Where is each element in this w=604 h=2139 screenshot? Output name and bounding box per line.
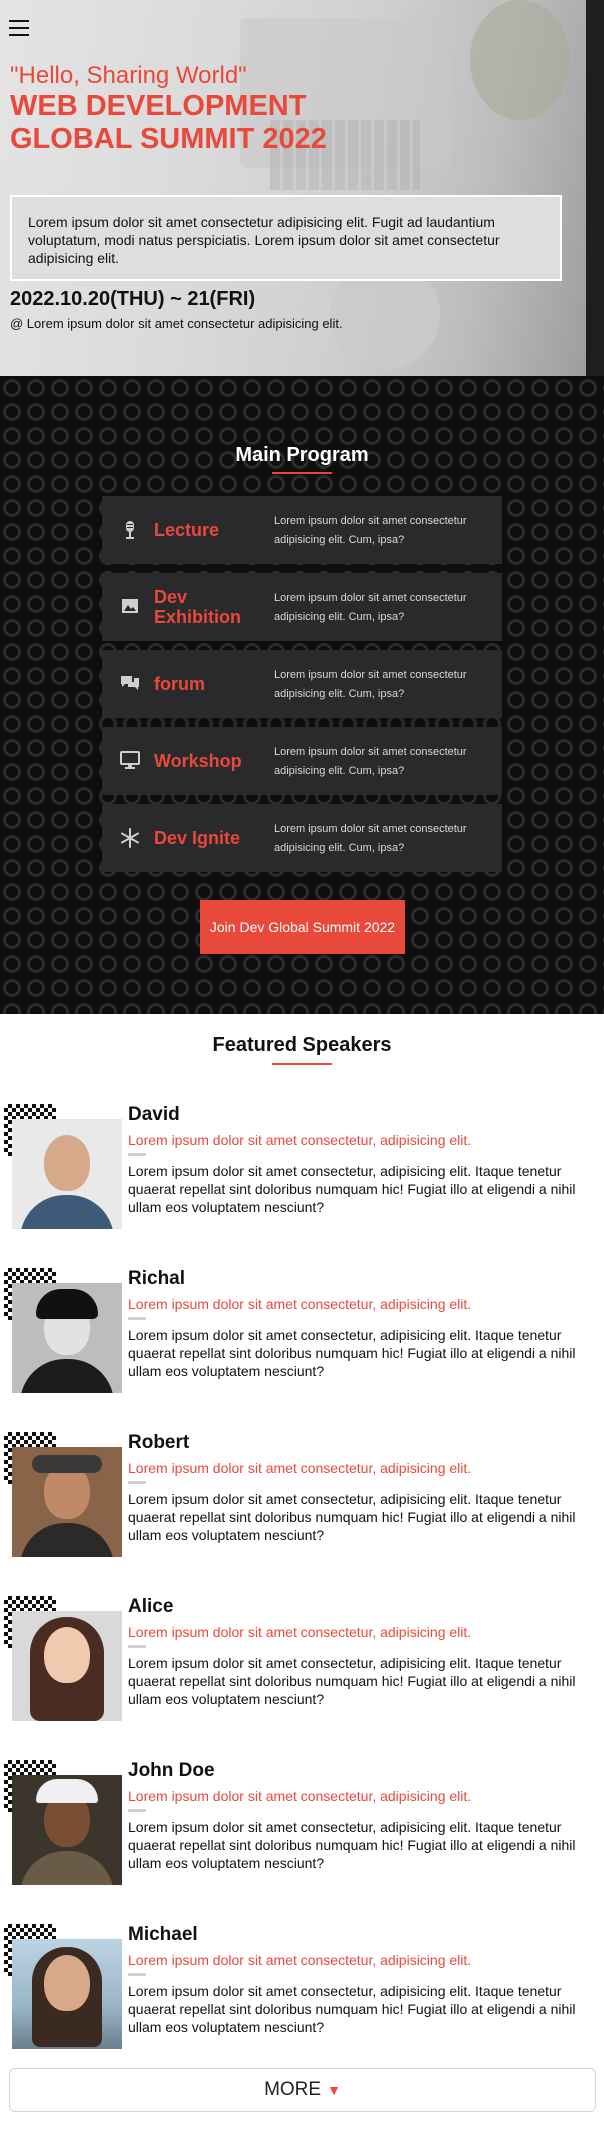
microphone-icon: [120, 520, 140, 540]
hero-section: "Hello, Sharing World" WEB DEVELOPMENT G…: [0, 0, 604, 376]
speaker-name: Alice: [128, 1596, 174, 1617]
divider: [128, 1809, 146, 1812]
speaker-bio: Lorem ipsum dolor sit amet consectetur, …: [128, 1819, 576, 1871]
speaker-photo: [12, 1447, 122, 1557]
speaker-photo: [12, 1611, 122, 1721]
program-title: Main Program: [235, 444, 369, 466]
speaker-photo: [12, 1119, 122, 1229]
program-item-lecture[interactable]: Lecture Lorem ipsum dolor sit amet conse…: [102, 496, 502, 564]
program-item-label: Lecture: [154, 520, 220, 540]
monitor-icon: [120, 751, 140, 771]
image-icon: [120, 597, 140, 617]
event-date: 2022.10.20(THU) ~ 21(FRI): [10, 288, 256, 310]
divider: [128, 1645, 146, 1648]
program-item-forum[interactable]: forum Lorem ipsum dolor sit amet consect…: [102, 650, 502, 718]
hamburger-menu-icon[interactable]: [9, 20, 31, 38]
speaker-bio: Lorem ipsum dolor sit amet consectetur, …: [128, 1163, 576, 1215]
program-item-workshop[interactable]: Workshop Lorem ipsum dolor sit amet cons…: [102, 727, 502, 795]
program-item-label: Workshop: [154, 751, 242, 771]
program-item-label: forum: [154, 674, 205, 694]
hero-title: WEB DEVELOPMENT GLOBAL SUMMIT 2022: [10, 90, 327, 155]
speaker-bio: Lorem ipsum dolor sit amet consectetur, …: [128, 1327, 576, 1379]
speaker-name: Michael: [128, 1924, 198, 1945]
speaker-card: David Lorem ipsum dolor sit amet consect…: [0, 1104, 604, 1254]
speaker-card: Michael Lorem ipsum dolor sit amet conse…: [0, 1924, 604, 2074]
speaker-photo: [12, 1939, 122, 2049]
speaker-photo: [12, 1283, 122, 1393]
speaker-bio: Lorem ipsum dolor sit amet consectetur, …: [128, 1491, 576, 1543]
speakers-title: Featured Speakers: [212, 1034, 392, 1056]
program-item-dev-exhibition[interactable]: Dev Exhibition Lorem ipsum dolor sit ame…: [102, 573, 502, 641]
page: "Hello, Sharing World" WEB DEVELOPMENT G…: [0, 0, 604, 2139]
hero-intro: Lorem ipsum dolor sit amet consectetur a…: [10, 195, 562, 281]
join-summit-button[interactable]: Join Dev Global Summit 2022: [200, 900, 405, 954]
divider: [128, 1317, 146, 1320]
speaker-subtitle: Lorem ipsum dolor sit amet consectetur, …: [128, 1132, 472, 1148]
program-item-dev-ignite[interactable]: Dev Ignite Lorem ipsum dolor sit amet co…: [102, 804, 502, 872]
title-underline: [272, 1063, 332, 1065]
speaker-card: Richal Lorem ipsum dolor sit amet consec…: [0, 1268, 604, 1418]
speaker-name: Robert: [128, 1432, 190, 1453]
divider: [128, 1153, 146, 1156]
program-item-desc: Lorem ipsum dolor sit amet consectetur a…: [274, 823, 467, 854]
speaker-name: Richal: [128, 1268, 186, 1289]
speaker-bio: Lorem ipsum dolor sit amet consectetur, …: [128, 1983, 576, 2035]
chat-icon: [120, 674, 140, 694]
program-item-desc: Lorem ipsum dolor sit amet consectetur a…: [274, 592, 467, 623]
divider: [128, 1481, 146, 1484]
speaker-subtitle: Lorem ipsum dolor sit amet consectetur, …: [128, 1460, 472, 1476]
event-location: @ Lorem ipsum dolor sit amet consectetur…: [10, 316, 343, 331]
speaker-card: Robert Lorem ipsum dolor sit amet consec…: [0, 1432, 604, 1582]
title-underline: [272, 472, 332, 474]
speaker-card: John Doe Lorem ipsum dolor sit amet cons…: [0, 1760, 604, 1910]
program-item-label: Dev Exhibition: [154, 587, 241, 627]
speaker-photo: [12, 1775, 122, 1885]
program-item-desc: Lorem ipsum dolor sit amet consectetur a…: [274, 515, 467, 546]
caret-down-icon: ▼: [327, 2082, 341, 2098]
speaker-card: Alice Lorem ipsum dolor sit amet consect…: [0, 1596, 604, 1746]
featured-speakers-section: Featured Speakers David Lorem ipsum dolo…: [0, 1014, 604, 2139]
program-item-label: Dev Ignite: [154, 828, 241, 848]
more-speakers-button[interactable]: MORE ▼: [9, 2068, 596, 2112]
speaker-subtitle: Lorem ipsum dolor sit amet consectetur, …: [128, 1624, 472, 1640]
speaker-name: David: [128, 1104, 180, 1125]
more-label: MORE: [264, 2079, 322, 2100]
snowflake-icon: [120, 828, 140, 848]
divider: [128, 1973, 146, 1976]
hero-quote: "Hello, Sharing World": [10, 62, 247, 89]
hero-edge: [586, 0, 604, 376]
speaker-bio: Lorem ipsum dolor sit amet consectetur, …: [128, 1655, 576, 1707]
plant-image: [470, 0, 570, 120]
program-item-desc: Lorem ipsum dolor sit amet consectetur a…: [274, 669, 467, 700]
speaker-name: John Doe: [128, 1760, 215, 1781]
speaker-subtitle: Lorem ipsum dolor sit amet consectetur, …: [128, 1788, 472, 1804]
speaker-subtitle: Lorem ipsum dolor sit amet consectetur, …: [128, 1296, 472, 1312]
program-item-desc: Lorem ipsum dolor sit amet consectetur a…: [274, 746, 467, 777]
main-program-section: Main Program Lecture Lorem ipsum dolor s…: [0, 376, 604, 1014]
speaker-subtitle: Lorem ipsum dolor sit amet consectetur, …: [128, 1952, 472, 1968]
